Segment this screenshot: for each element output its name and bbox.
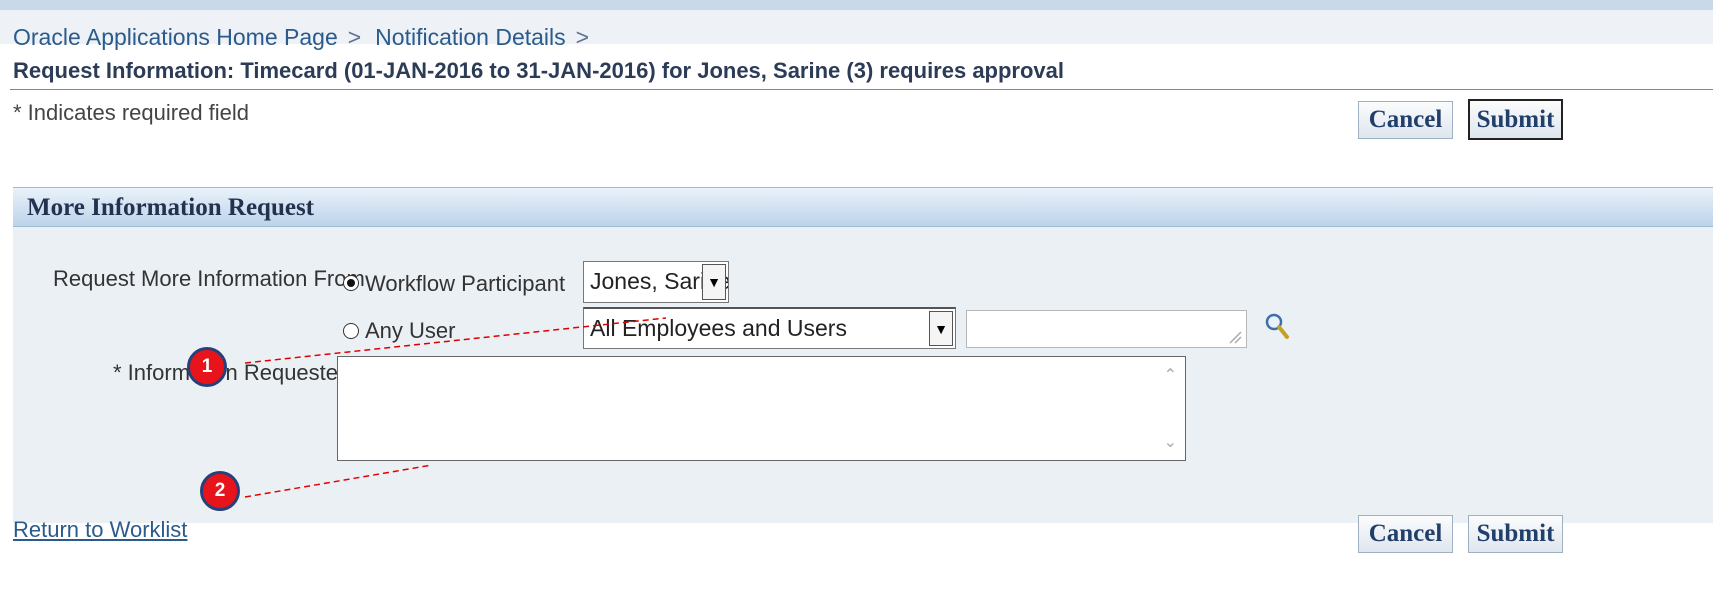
callout-1-badge: 1 (187, 347, 227, 387)
callout-1-number: 1 (201, 356, 213, 377)
callout-1-line (244, 317, 667, 364)
callout-2-badge: 2 (200, 471, 240, 511)
callout-2-number: 2 (214, 480, 226, 501)
callout-2-line (244, 464, 433, 498)
callout-overlay (244, 317, 667, 498)
